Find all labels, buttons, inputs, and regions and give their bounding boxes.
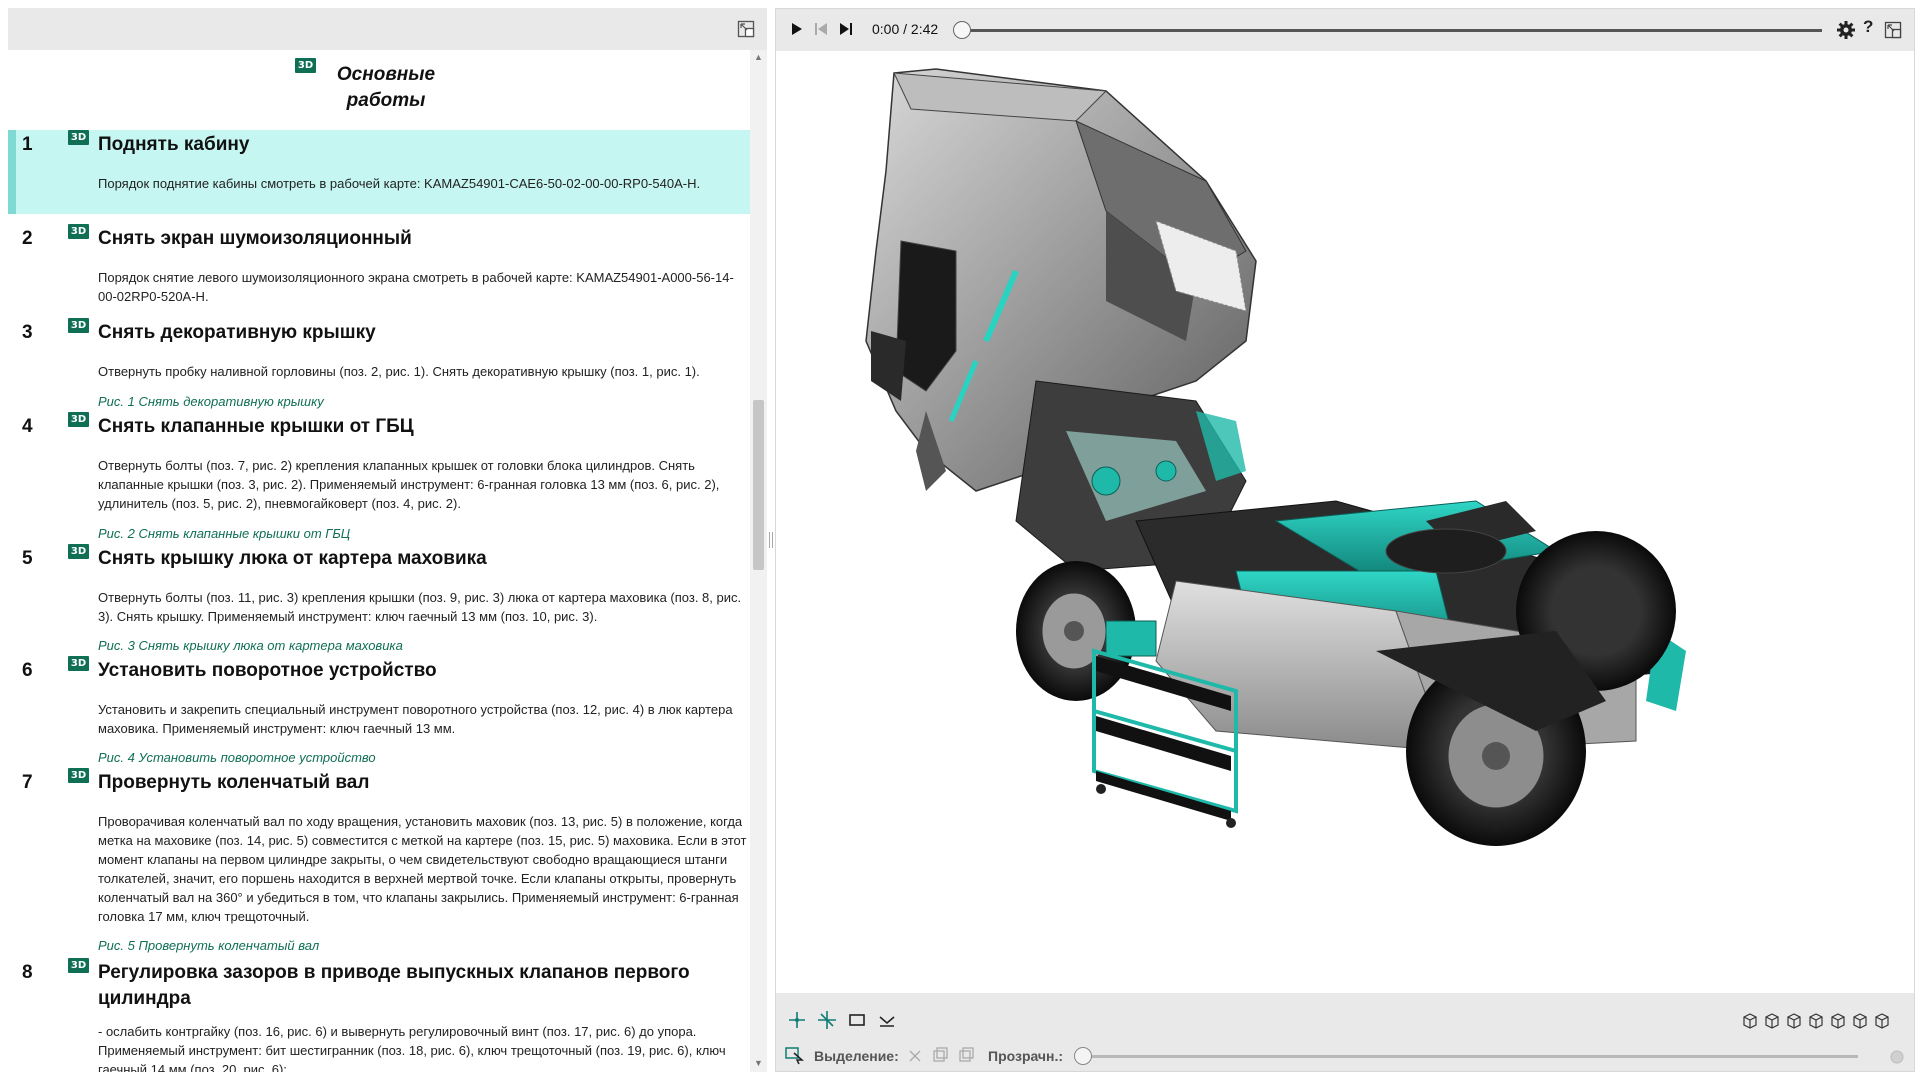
player-bar: 0:00 / 2:42 ?: [776, 9, 1914, 51]
time-display: 0:00 / 2:42: [872, 21, 939, 37]
step-title: Снять крышку люка от картера маховика: [98, 548, 487, 569]
pane-splitter[interactable]: [767, 0, 775, 1080]
selection-option-icons[interactable]: [906, 1047, 978, 1065]
step-description: Отвернуть пробку наливной горловины (поз…: [98, 364, 700, 379]
step-number: 2: [22, 228, 33, 249]
step-title: Установить поворотное устройство: [98, 660, 437, 681]
transparency-track[interactable]: [1083, 1055, 1858, 1058]
step-row[interactable]: 2 3D Снять экран шумоизоляционный Порядо…: [8, 224, 750, 304]
3d-badge[interactable]: 3D: [68, 318, 89, 333]
skip-back-icon[interactable]: [811, 19, 831, 39]
step-row[interactable]: 6 3D Установить поворотное устройство Ус…: [8, 656, 750, 770]
instructions-pane: 3D Основные работы 1 3D Поднять кабину П…: [8, 8, 767, 1072]
figure-link[interactable]: Рис. 3 Снять крышку люка от картера махо…: [98, 638, 403, 654]
scroll-down-icon[interactable]: ▼: [753, 1058, 764, 1070]
step-description: Порядок поднятие кабины смотреть в рабоч…: [98, 176, 701, 191]
step-description: Установить и закрепить специальный инстр…: [98, 702, 733, 736]
step-row[interactable]: 5 3D Снять крышку люка от картера махови…: [8, 544, 750, 658]
timeline-knob[interactable]: [953, 21, 971, 39]
figure-link[interactable]: Рис. 2 Снять клапанные крышки от ГБЦ: [98, 526, 350, 542]
select-mode-icon[interactable]: [786, 1009, 808, 1031]
tool-case[interactable]: [1105, 620, 1157, 657]
splitter-grip-icon[interactable]: [769, 532, 773, 548]
3d-badge[interactable]: 3D: [68, 958, 89, 973]
step-number: 3: [22, 322, 33, 343]
scrollbar-thumb[interactable]: [753, 400, 764, 570]
3d-badge[interactable]: 3D: [68, 224, 89, 239]
move-icon[interactable]: [816, 1009, 838, 1031]
step-title: Снять экран шумоизоляционный: [98, 228, 412, 249]
step-description: Порядок снятие левого шумоизоляционного …: [98, 270, 734, 304]
skip-forward-icon[interactable]: [836, 19, 856, 39]
instructions-header: [8, 8, 767, 50]
step-number: 5: [22, 548, 33, 569]
3d-badge[interactable]: 3D: [68, 412, 89, 427]
3d-badge[interactable]: 3D: [68, 768, 89, 783]
step-row[interactable]: 7 3D Провернуть коленчатый вал Проворачи…: [8, 768, 750, 956]
step-number: 8: [22, 962, 33, 983]
truck-3d-model[interactable]: [776, 51, 1914, 993]
timeline-track[interactable]: [962, 29, 1822, 32]
step-row[interactable]: 3 3D Снять декоративную крышку Отвернуть…: [8, 318, 750, 412]
scroll-up-icon[interactable]: ▲: [753, 52, 764, 64]
step-description: Отвернуть болты (поз. 7, рис. 2) креплен…: [98, 458, 720, 511]
step-description: Проворачивая коленчатый вал по ходу вращ…: [98, 814, 747, 924]
selection-label: Выделение:: [814, 1048, 899, 1064]
transparency-reset-icon[interactable]: [1888, 1048, 1906, 1066]
app-window: 3D Основные работы 1 3D Поднять кабину П…: [0, 0, 1920, 1080]
help-icon[interactable]: ?: [1863, 17, 1873, 37]
transparency-slider[interactable]: [1074, 1047, 1092, 1065]
section-title: Основные работы: [336, 64, 436, 111]
selection-tool-icon[interactable]: [784, 1045, 806, 1065]
floor-icon[interactable]: [876, 1009, 898, 1031]
step-description: - ослабить контргайку (поз. 16, рис. 6) …: [98, 1024, 726, 1072]
instructions-scrollbar[interactable]: ▲ ▼: [750, 50, 767, 1072]
instructions-list[interactable]: 3D Основные работы 1 3D Поднять кабину П…: [8, 50, 750, 1072]
step-row[interactable]: 1 3D Поднять кабину Порядок поднятие каб…: [8, 130, 750, 214]
expand-icon[interactable]: [737, 20, 755, 38]
viewer-toolbar: Выделение: Прозрачн.:: [776, 993, 1914, 1071]
transparency-label: Прозрачн.:: [988, 1048, 1064, 1064]
viewer-pane: 0:00 / 2:42 ? Выделение: Прозрачн.:: [775, 8, 1915, 1072]
view-cube-icons[interactable]: [1740, 1009, 1900, 1031]
step-number: 4: [22, 416, 33, 437]
play-icon[interactable]: [786, 19, 806, 39]
figure-link[interactable]: Рис. 5 Провернуть коленчатый вал: [98, 938, 319, 954]
figure-link[interactable]: Рис. 4 Установить поворотное устройство: [98, 750, 376, 766]
section-header: 3D Основные работы: [8, 50, 750, 130]
3d-viewport[interactable]: [776, 51, 1914, 993]
gear-icon[interactable]: [1836, 20, 1856, 40]
step-row[interactable]: 8 3D Регулировка зазоров в приводе выпус…: [8, 958, 750, 1072]
3d-badge[interactable]: 3D: [68, 544, 89, 559]
step-title: Провернуть коленчатый вал: [98, 772, 370, 793]
step-number: 6: [22, 660, 33, 681]
step-description: Отвернуть болты (поз. 11, рис. 3) крепле…: [98, 590, 742, 624]
3d-badge[interactable]: 3D: [68, 656, 89, 671]
step-title: Поднять кабину: [98, 134, 250, 155]
expand-icon[interactable]: [1884, 21, 1902, 39]
step-number: 7: [22, 772, 33, 793]
step-row[interactable]: 4 3D Снять клапанные крышки от ГБЦ Отвер…: [8, 412, 750, 544]
box-select-icon[interactable]: [846, 1009, 868, 1031]
step-title: Снять декоративную крышку: [98, 322, 376, 343]
step-number: 1: [22, 134, 33, 155]
step-title: Снять клапанные крышки от ГБЦ: [98, 416, 414, 437]
step-title: Регулировка зазоров в приводе выпускных …: [98, 962, 690, 1009]
3d-badge[interactable]: 3D: [68, 130, 89, 145]
figure-link[interactable]: Рис. 1 Снять декоративную крышку: [98, 394, 324, 410]
